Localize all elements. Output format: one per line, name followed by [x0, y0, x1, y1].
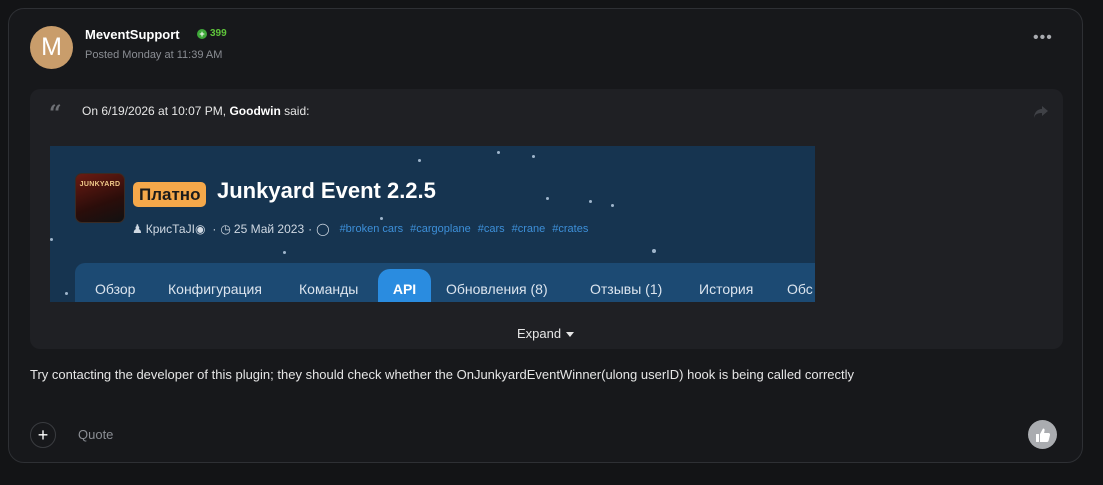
- caret-down-icon: [566, 332, 575, 338]
- plugin-icon: JUNKYARD: [75, 173, 125, 223]
- tag: #crane: [511, 223, 546, 235]
- tab-commands: Команды: [299, 281, 359, 297]
- post-timestamp[interactable]: Posted Monday at 11:39 AM: [85, 49, 222, 61]
- star-dot: [611, 204, 614, 207]
- author-name[interactable]: MeventSupport: [85, 27, 180, 42]
- tag: #broken cars: [339, 223, 404, 235]
- quote-button[interactable]: Quote: [78, 427, 113, 442]
- expand-label: Expand: [517, 326, 562, 341]
- plus-icon: +: [197, 28, 207, 39]
- reputation-badge: + 399: [197, 28, 227, 39]
- quote-author[interactable]: Goodwin: [229, 104, 280, 118]
- tab-api: API: [378, 269, 431, 302]
- star-dot: [380, 217, 383, 220]
- plugin-icon-text: JUNKYARD: [79, 181, 121, 188]
- tag: #crates: [552, 223, 589, 235]
- clock-icon: ◷: [220, 222, 231, 236]
- add-button[interactable]: +: [30, 422, 56, 448]
- plugin-author: КрисТаJI: [145, 222, 195, 236]
- star-dot: [497, 151, 500, 154]
- plugin-tabs: Обзор Конфигурация Команды API Обновлени…: [75, 263, 815, 302]
- tag: #cars: [477, 223, 505, 235]
- plugin-date: 25 Май 2023: [233, 222, 305, 236]
- paid-badge: Платно: [133, 182, 207, 207]
- quote-suffix: said:: [280, 104, 310, 118]
- quote-block: “ On 6/19/2026 at 10:07 PM, Goodwin said…: [30, 89, 1063, 349]
- post-body: Try contacting the developer of this plu…: [30, 367, 855, 382]
- tag: #cargoplane: [410, 223, 471, 235]
- expand-button[interactable]: Expand: [517, 326, 575, 341]
- star-dot: [283, 251, 286, 254]
- reputation-count: 399: [210, 28, 227, 39]
- star-dot: [546, 197, 549, 200]
- share-arrow-icon[interactable]: [1033, 105, 1049, 119]
- embedded-image: JUNKYARD Платно Junkyard Event 2.2.5 ♟ К…: [50, 146, 815, 302]
- quote-mark-icon: “: [49, 101, 62, 127]
- star-dot: [532, 155, 535, 158]
- star-dot: [652, 249, 656, 253]
- plugin-title: Junkyard Event 2.2.5: [217, 178, 436, 203]
- tag-icon: ◯: [316, 222, 330, 236]
- separator: ·: [212, 222, 217, 236]
- plugin-meta: ♟ КрисТаJI ◉ · ◷ 25 Май 2023 · ◯ #broken…: [132, 222, 588, 236]
- forum-post: M MeventSupport + 399 Posted Monday at 1…: [8, 8, 1083, 463]
- quote-prefix: On 6/19/2026 at 10:07 PM,: [82, 104, 227, 118]
- tab-discussion: Обс: [787, 281, 813, 297]
- tab-overview: Обзор: [95, 281, 136, 297]
- separator: ·: [308, 222, 313, 236]
- tab-history: История: [699, 281, 754, 297]
- like-button[interactable]: [1028, 420, 1057, 449]
- star-dot: [589, 200, 592, 203]
- star-dot: [50, 238, 53, 241]
- avatar[interactable]: M: [30, 26, 73, 69]
- star-dot: [65, 292, 68, 295]
- eye-icon: ◉: [194, 222, 206, 236]
- tab-configuration: Конфигурация: [168, 281, 262, 297]
- more-options-icon[interactable]: •••: [1033, 29, 1053, 47]
- quote-header: On 6/19/2026 at 10:07 PM, Goodwin said:: [82, 104, 309, 118]
- tab-updates: Обновления (8): [446, 281, 548, 297]
- thumbs-up-icon: [1035, 428, 1050, 442]
- star-dot: [418, 159, 421, 162]
- tab-reviews: Отзывы (1): [590, 281, 663, 297]
- user-icon: ♟: [132, 222, 143, 236]
